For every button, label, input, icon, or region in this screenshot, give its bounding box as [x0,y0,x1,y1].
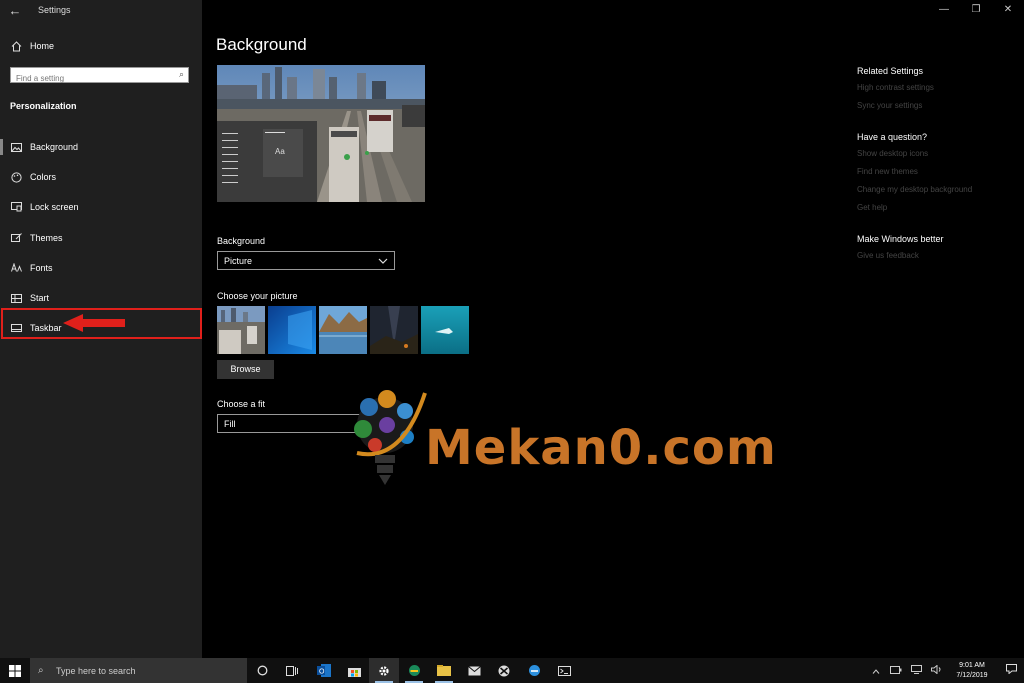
brush-icon [9,231,23,245]
nav-item-colors[interactable]: Colors [0,162,202,192]
preview-sample-text: Aa [275,147,285,156]
close-button[interactable]: ✕ [992,0,1024,20]
desktop-preview: Aa [217,65,425,202]
battery-plug-icon[interactable] [886,665,906,676]
red-arrow-pointer [63,314,125,332]
cortana-icon[interactable] [247,658,277,683]
find-setting-search-box[interactable]: ⌕ [10,67,189,86]
settings-app-icon[interactable] [369,658,399,683]
browse-button[interactable]: Browse [217,360,274,379]
volume-icon[interactable] [926,664,946,676]
lock-screen-icon [9,200,23,214]
mail-app-icon[interactable] [459,658,489,683]
thumbnail-lake-cliffs[interactable] [319,306,367,354]
nav-label-lock-screen: Lock screen [30,202,79,213]
palette-icon [9,170,23,184]
home-icon [9,39,23,53]
home-label: Home [30,41,55,51]
clock-date: 7/12/2019 [956,671,988,679]
help-link[interactable]: Change my desktop background [857,185,1017,195]
action-center-icon[interactable] [998,664,1024,677]
thumbnail-underwater[interactable] [421,306,469,354]
question-heading: Have a question? [857,132,928,142]
maximize-button[interactable]: ❐ [960,0,992,20]
nav-item-themes[interactable]: Themes [0,223,202,253]
related-link[interactable]: High contrast settings [857,83,1017,93]
edge-beta-app-icon[interactable] [399,658,429,683]
question-group: Have a question? Show desktop icons Find… [857,132,1017,213]
xbox-app-icon[interactable] [489,658,519,683]
nav-label-themes: Themes [30,232,63,243]
feedback-group: Make Windows better Give us feedback [857,234,1017,261]
network-icon[interactable] [906,665,926,676]
windows-logo-icon [9,664,21,677]
edge-app-icon[interactable] [519,658,549,683]
title-bar: ← Settings [0,0,202,22]
find-setting-input[interactable] [11,71,166,86]
nav-label-colors: Colors [30,172,57,183]
system-tray: 9:01 AM 7/12/2019 [866,658,1024,683]
start-button[interactable] [0,658,30,683]
nav-label-start: Start [30,293,50,304]
nav-label-background: Background [30,142,79,153]
taskbar-clock[interactable]: 9:01 AM 7/12/2019 [946,661,998,681]
background-type-dropdown[interactable]: Picture [217,251,395,270]
picture-thumbnails [217,306,469,354]
taskbar-search-box[interactable]: ⌕ Type here to search [30,658,247,683]
related-heading: Related Settings [857,66,924,76]
terminal-app-icon[interactable] [549,658,579,683]
help-link[interactable]: Show desktop icons [857,149,1017,159]
window-controls: — ❐ ✕ [928,0,1024,22]
search-icon: ⌕ [38,665,44,676]
font-icon [9,261,23,275]
preview-menu-lines [222,133,238,189]
background-settings-page: — ❐ ✕ Background Aa Background Picture C… [202,0,1024,658]
search-icon[interactable]: ⌕ [179,69,184,80]
minimize-button[interactable]: — [928,0,960,20]
task-view-icon[interactable] [277,658,307,683]
nav-home[interactable]: Home [0,36,202,56]
app-title: Settings [38,5,71,15]
preview-start-panel: Aa [217,121,317,202]
page-title: Background [216,35,307,54]
watermark-logo-icon [354,390,427,485]
windows-taskbar: ⌕ Type here to search O 9:01 AM 7/12/201… [0,658,1024,683]
watermark-text: Mekan0.com [425,420,777,476]
help-link[interactable]: Find new themes [857,167,1017,177]
related-group: Related Settings High contrast settings … [857,66,1017,111]
back-arrow-icon[interactable]: ← [6,3,24,19]
preview-tile: Aa [263,129,303,177]
show-hidden-icons-chevron-icon[interactable] [866,666,886,676]
background-field-label: Background [217,236,266,246]
related-link[interactable]: Sync your settings [857,101,1017,111]
choose-fit-label: Choose a fit [217,399,266,409]
svg-text:O: O [319,669,325,676]
related-settings-panel: Related Settings High contrast settings … [857,66,1017,282]
help-link[interactable]: Get help [857,203,1017,213]
clock-time: 9:01 AM [959,661,985,669]
choose-picture-label: Choose your picture [217,291,298,301]
store-app-icon[interactable] [339,658,369,683]
thumbnail-railyard[interactable] [217,306,265,354]
thumbnail-night-sky[interactable] [370,306,418,354]
outlook-app-icon[interactable]: O [309,658,339,683]
file-explorer-icon[interactable] [429,658,459,683]
picture-icon [9,140,23,154]
feedback-link[interactable]: Give us feedback [857,251,1017,261]
section-heading: Personalization [10,101,77,111]
nav-item-fonts[interactable]: Fonts [0,253,202,283]
chevron-down-icon [378,256,388,266]
nav-item-background[interactable]: Background [0,132,202,162]
feedback-heading: Make Windows better [857,234,944,244]
taskbar-search-placeholder: Type here to search [56,665,136,676]
fit-value: Fill [224,418,236,429]
thumbnail-windows-blue[interactable] [268,306,316,354]
nav-item-lock-screen[interactable]: Lock screen [0,192,202,222]
background-type-value: Picture [224,255,253,266]
nav-label-fonts: Fonts [30,262,53,273]
start-grid-icon [9,291,23,305]
